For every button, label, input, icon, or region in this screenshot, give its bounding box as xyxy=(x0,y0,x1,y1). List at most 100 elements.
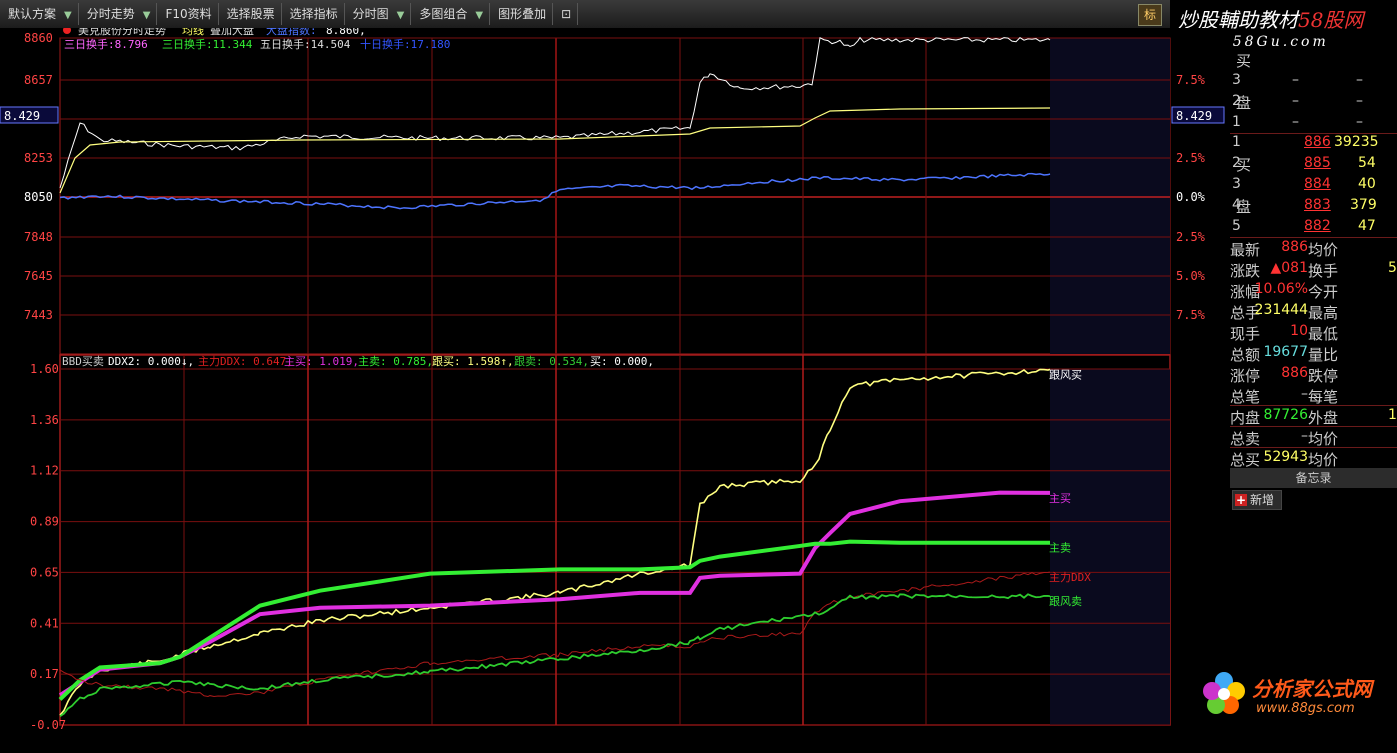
toolbar-btn-7[interactable]: 图形叠加 xyxy=(492,3,554,25)
bbd-header-1: DDX2: 0.000↓, xyxy=(108,355,194,368)
order-level: 5 xyxy=(1232,218,1241,234)
stat-row: 涨跌 ▲081 换手 5 xyxy=(1230,258,1397,280)
stat-key: 内盘 xyxy=(1230,409,1261,427)
stat-row: 最新 886 均价 xyxy=(1230,237,1397,259)
turnover-2: 五日换手:14.504 xyxy=(260,37,351,51)
lower-left-tick: -0.07 xyxy=(30,718,66,732)
upper-right-tick: 5.0% xyxy=(1176,269,1206,283)
series-label-3: 主力DDX xyxy=(1049,571,1091,584)
upper-right-tick: 7.5% xyxy=(1176,308,1206,322)
upper-left-tick: 7443 xyxy=(24,308,53,322)
flower-icon xyxy=(1203,672,1245,714)
bbd-header-4: 主卖: 0.785, xyxy=(358,355,433,368)
buy-row[interactable]: 1 886 39235 xyxy=(1230,132,1397,153)
sell-row[interactable]: 2 – – xyxy=(1230,91,1397,112)
stat-row: 总笔 – 每笔 xyxy=(1230,384,1397,406)
toolbar-btn-4[interactable]: 选择指标 xyxy=(284,3,345,25)
toolbar-btn-3[interactable]: 选择股票 xyxy=(221,3,282,25)
toolbar-btn-2[interactable]: F10资料 xyxy=(159,3,219,25)
quote-panel: 买盘 3– –2– –1– – 买盘 1 886 39235 2 885 54 3 884 40 4 883 37… xyxy=(1230,52,1397,725)
sell-row[interactable]: 3 – – xyxy=(1230,70,1397,91)
buy-row[interactable]: 4 883 379 xyxy=(1230,195,1397,216)
lower-left-tick: 1.12 xyxy=(30,464,59,478)
sell-row[interactable]: 1 – – xyxy=(1230,112,1397,133)
stat-key-2: 均价 xyxy=(1308,241,1339,259)
mark-button[interactable]: 标 xyxy=(1138,4,1162,26)
stat-key-2: 量比 xyxy=(1308,346,1339,364)
right-price-marker-text: 8.429 xyxy=(1176,109,1212,123)
toolbar-btn-label: 默认方案 xyxy=(8,7,57,21)
turnover-3: 十日换手:17.180 xyxy=(360,37,450,51)
stat-value: 231444 xyxy=(1254,302,1308,318)
stat-key-2: 最低 xyxy=(1308,325,1339,343)
toolbar-btn-1[interactable]: 分时走势 ▼ xyxy=(81,3,158,25)
upper-header-4: 8.860, xyxy=(326,28,366,37)
stat-value: 886 xyxy=(1281,365,1308,381)
stat-row: 内盘87726外盘 14 xyxy=(1230,405,1397,427)
bbd-header-0: BBD买卖 xyxy=(62,355,104,368)
stat-key-2: 外盘 xyxy=(1308,409,1339,427)
order-volume: 379 xyxy=(1350,197,1377,213)
buy-row[interactable]: 5 882 47 xyxy=(1230,216,1397,237)
panel-separator xyxy=(1230,447,1397,448)
stat-value: – xyxy=(1301,386,1308,402)
toolbar-btn-0[interactable]: 默认方案 ▼ xyxy=(2,3,79,25)
stat-key-2: 均价 xyxy=(1308,430,1339,448)
stat-value: 87726 xyxy=(1263,407,1308,423)
lower-left-tick: 0.65 xyxy=(30,565,59,579)
buy-row[interactable]: 2 885 54 xyxy=(1230,153,1397,174)
stat-value: 52943 xyxy=(1263,449,1308,465)
memo-header[interactable]: 备忘录 xyxy=(1230,468,1397,488)
logo-title: 分析家公式网 xyxy=(1252,677,1372,701)
order-volume: – xyxy=(1356,72,1363,88)
upper-left-tick: 7645 xyxy=(24,269,53,283)
upper-right-tick: 7.5% xyxy=(1176,73,1206,87)
stat-key-2: 跌停 xyxy=(1308,367,1339,385)
order-price: 886 xyxy=(1304,134,1331,150)
order-volume: 54 xyxy=(1358,155,1376,171)
stat-key: 涨停 xyxy=(1230,367,1261,385)
dropdown-arrow-icon[interactable]: ▼ xyxy=(397,10,405,21)
stat-row: 现手 10 最低 xyxy=(1230,321,1397,343)
order-volume: 39235 xyxy=(1334,134,1379,150)
toolbar-btn-label: 分时走势 xyxy=(86,7,135,21)
upper-right-tick: 0.0% xyxy=(1176,190,1206,204)
main-chart-area: 886086577.5%845382532.5%80500.0%78482.5%… xyxy=(0,28,1230,732)
stat-row: 涨幅 10.06% 今开 xyxy=(1230,279,1397,301)
bbd-header-2: 主力DDX: 0.647, xyxy=(198,355,293,368)
order-level: 4 xyxy=(1232,197,1241,213)
upper-left-tick: 8657 xyxy=(24,73,53,87)
upper-left-tick: 8050 xyxy=(24,190,53,204)
new-memo-label: 新增 xyxy=(1250,493,1275,507)
stat-value-2: 5 xyxy=(1388,260,1397,276)
dropdown-arrow-icon[interactable]: ▼ xyxy=(64,10,72,21)
upper-right-tick: 2.5% xyxy=(1176,230,1206,244)
upper-header-0: 美克股份分时走势 xyxy=(78,28,166,37)
stat-key-2: 换手 xyxy=(1308,262,1339,280)
dropdown-arrow-icon[interactable]: ▼ xyxy=(143,10,151,21)
series-label-1: 主买 xyxy=(1049,492,1071,505)
toolbar-btn-5[interactable]: 分时图 ▼ xyxy=(347,3,412,25)
toolbar-btn-6[interactable]: 多图组合 ▼ xyxy=(413,3,491,25)
order-volume: 47 xyxy=(1358,218,1376,234)
stat-value: 886 xyxy=(1281,239,1308,255)
upper-left-tick: 7848 xyxy=(24,230,53,244)
turnover-1: 三日换手:11.344 xyxy=(162,37,253,51)
toolbar-btn-label: 选择股票 xyxy=(226,7,275,21)
lock-icon[interactable]: ⊡ xyxy=(555,3,579,25)
dropdown-arrow-icon[interactable]: ▼ xyxy=(475,10,483,21)
upper-left-tick: 8253 xyxy=(24,151,53,165)
new-memo-button[interactable]: + 新增 xyxy=(1232,490,1282,510)
bbd-header-6: 跟卖: 0.534, xyxy=(514,355,589,368)
toolbar-btn-label: 多图组合 xyxy=(419,7,468,21)
order-level: 1 xyxy=(1232,114,1241,130)
stat-value: ▲081 xyxy=(1270,260,1309,276)
order-level: 3 xyxy=(1232,176,1241,192)
buy-row[interactable]: 3 884 40 xyxy=(1230,174,1397,195)
stat-key-2: 每笔 xyxy=(1308,388,1339,406)
upper-right-tick: 2.5% xyxy=(1176,151,1206,165)
order-price: 884 xyxy=(1304,176,1331,192)
bbd-header-3: 主买: 1.019, xyxy=(284,355,359,368)
order-level: 1 xyxy=(1232,134,1241,150)
order-price: 885 xyxy=(1304,155,1331,171)
